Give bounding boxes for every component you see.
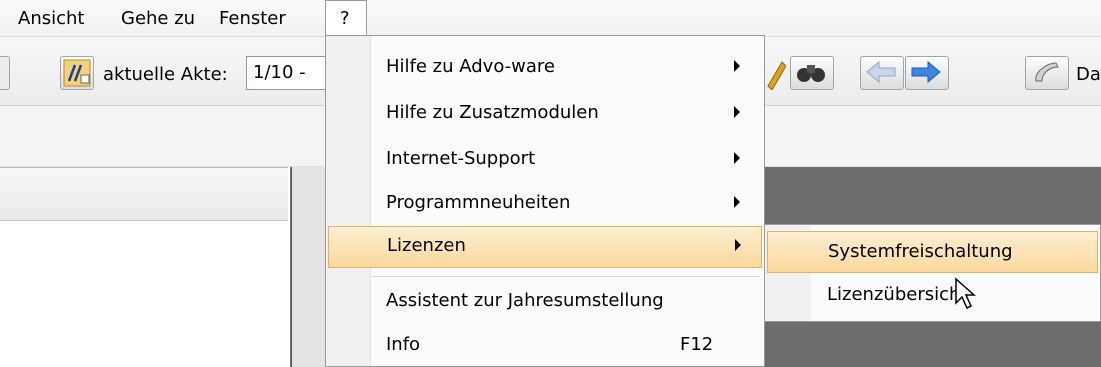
help-dropdown-menu: Hilfe zu Advo-ware Hilfe zu Zusatzmodule… — [325, 35, 765, 367]
menu-item-label: Info — [386, 334, 421, 355]
calculator-icon[interactable] — [60, 56, 94, 90]
menu-help[interactable]: ? — [325, 0, 367, 36]
menu-item-label: Hilfe zu Advo-ware — [386, 56, 555, 77]
akte-input[interactable]: 1/10 - — [246, 56, 328, 90]
pencil-icon[interactable] — [764, 56, 786, 90]
binoculars-icon[interactable] — [790, 56, 834, 90]
panel-divider — [291, 167, 326, 367]
forward-arrow-icon[interactable] — [905, 56, 949, 90]
submenu-item-label: Lizenzübersicht — [827, 284, 968, 305]
menu-item-label: Programmneuheiten — [386, 192, 571, 213]
submenu-arrow-icon — [734, 106, 740, 118]
menu-fenster[interactable]: Fenster — [219, 8, 286, 29]
akte-label: aktuelle Akte: — [103, 64, 228, 85]
menu-item-label: Internet-Support — [386, 148, 536, 169]
submenu-item-label: Systemfreischaltung — [828, 241, 1013, 262]
submenu-arrow-icon — [734, 152, 740, 164]
submenu-arrow-icon — [735, 239, 741, 251]
phone-icon[interactable] — [1025, 56, 1069, 90]
menu-item-info[interactable]: Info F12 — [328, 326, 762, 366]
menu-help-label: ? — [340, 8, 350, 29]
back-arrow-icon[interactable] — [860, 56, 904, 90]
submenu-arrow-icon — [734, 60, 740, 72]
menu-gehe-zu[interactable]: Gehe zu — [121, 8, 195, 29]
menu-item-label: Assistent zur Jahresumstellung — [386, 290, 664, 311]
menu-item-hilfe-zusatzmodule[interactable]: Hilfe zu Zusatzmodulen — [328, 94, 762, 134]
menu-item-programmneuheiten[interactable]: Programmneuheiten — [328, 184, 762, 224]
menu-item-hilfe-advoware[interactable]: Hilfe zu Advo-ware — [328, 48, 762, 88]
menu-ansicht[interactable]: Ansicht — [18, 8, 84, 29]
submenu-item-lizenzuebersicht[interactable]: Lizenzübersicht — [767, 275, 1098, 317]
menu-item-lizenzen[interactable]: Lizenzen — [328, 226, 762, 268]
submenu-arrow-icon — [734, 196, 740, 208]
menu-separator — [372, 276, 760, 277]
menu-item-label: Lizenzen — [387, 235, 466, 256]
toolbar-trailing-text: Da — [1076, 64, 1101, 85]
left-panel-header — [0, 167, 288, 221]
menu-item-internet-support[interactable]: Internet-Support — [328, 140, 762, 180]
menu-item-label: Hilfe zu Zusatzmodulen — [386, 102, 599, 123]
menu-item-shortcut: F12 — [680, 334, 714, 355]
menu-bar: Ansicht Gehe zu Fenster ? — [0, 0, 1101, 37]
left-panel — [0, 167, 291, 367]
toolbar-button-partial[interactable] — [0, 56, 10, 90]
mouse-cursor-icon — [955, 277, 976, 310]
lizenzen-submenu: Systemfreischaltung Lizenzübersicht — [764, 224, 1101, 322]
menu-item-jahresumstellung[interactable]: Assistent zur Jahresumstellung — [328, 282, 762, 322]
submenu-item-systemfreischaltung[interactable]: Systemfreischaltung — [767, 231, 1098, 273]
